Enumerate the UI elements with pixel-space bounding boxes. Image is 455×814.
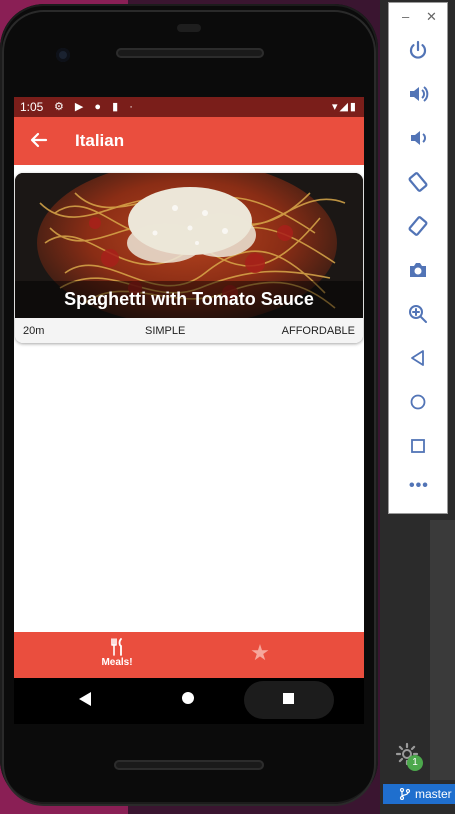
top-speaker	[116, 48, 264, 58]
home-circle-icon[interactable]	[405, 389, 431, 415]
earpiece	[177, 24, 201, 32]
zoom-in-icon[interactable]	[405, 301, 431, 327]
fork-knife-icon	[109, 638, 125, 656]
app-bar: Italian	[14, 117, 364, 165]
phone-frame: 1:05 ⚙ ▶ ● ▮ · ▾◢▮ Italian Spaghetti wit…	[0, 4, 378, 806]
bottom-navigation: Meals! ★	[14, 632, 364, 678]
minimize-button[interactable]: –	[402, 9, 409, 24]
tab-favorites[interactable]: ★	[240, 642, 280, 664]
system-back-button[interactable]	[78, 691, 92, 712]
volume-up-icon[interactable]	[405, 81, 431, 107]
meal-title-overlay: Spaghetti with Tomato Sauce	[15, 281, 363, 318]
volume-down-icon[interactable]	[405, 125, 431, 151]
git-branch-status[interactable]: master	[383, 784, 455, 804]
signal-battery-icons: ▾◢▮	[331, 101, 358, 113]
system-recents-button[interactable]	[283, 693, 294, 704]
notification-icons: ⚙ ▶ ● ▮ ·	[54, 101, 137, 113]
notification-count-badge: 1	[407, 755, 423, 771]
camera-icon[interactable]	[405, 257, 431, 283]
star-icon: ★	[250, 640, 270, 665]
git-branch-icon	[399, 787, 411, 801]
git-branch-name: master	[415, 787, 452, 801]
bottom-speaker	[114, 760, 264, 770]
status-time: 1:05	[20, 100, 44, 114]
rotate-right-icon[interactable]	[405, 213, 431, 239]
front-camera	[56, 48, 70, 62]
tab-meals[interactable]: Meals!	[84, 638, 150, 668]
meal-complexity: SIMPLE	[145, 325, 186, 337]
meal-details-row: 20m SIMPLE AFFORDABLE	[15, 318, 363, 343]
meal-duration: 20m	[23, 325, 45, 337]
status-bar: 1:05 ⚙ ▶ ● ▮ · ▾◢▮	[14, 97, 364, 117]
meal-card[interactable]: Spaghetti with Tomato Sauce 20m SIMPLE A…	[15, 173, 363, 343]
system-navigation-bar	[14, 678, 364, 724]
phone-screen: 1:05 ⚙ ▶ ● ▮ · ▾◢▮ Italian Spaghetti wit…	[14, 97, 364, 724]
rotate-left-icon[interactable]	[405, 169, 431, 195]
meal-affordability: AFFORDABLE	[281, 325, 355, 337]
meals-list[interactable]: Spaghetti with Tomato Sauce 20m SIMPLE A…	[14, 165, 364, 632]
system-home-button[interactable]	[182, 692, 194, 704]
emulator-controls: – ✕ •••	[388, 2, 448, 514]
ide-scrollbar[interactable]	[430, 520, 455, 780]
tab-meals-label: Meals!	[101, 657, 133, 668]
overview-square-icon[interactable]	[405, 433, 431, 459]
page-title: Italian	[75, 131, 125, 150]
meal-image: Spaghetti with Tomato Sauce	[15, 173, 363, 325]
power-icon[interactable]	[405, 37, 431, 63]
more-options-icon[interactable]: •••	[409, 477, 429, 495]
meal-title: Spaghetti with Tomato Sauce	[64, 289, 314, 309]
close-button[interactable]: ✕	[426, 9, 437, 25]
arrow-left-icon[interactable]	[28, 129, 50, 151]
back-triangle-icon[interactable]	[405, 345, 431, 371]
